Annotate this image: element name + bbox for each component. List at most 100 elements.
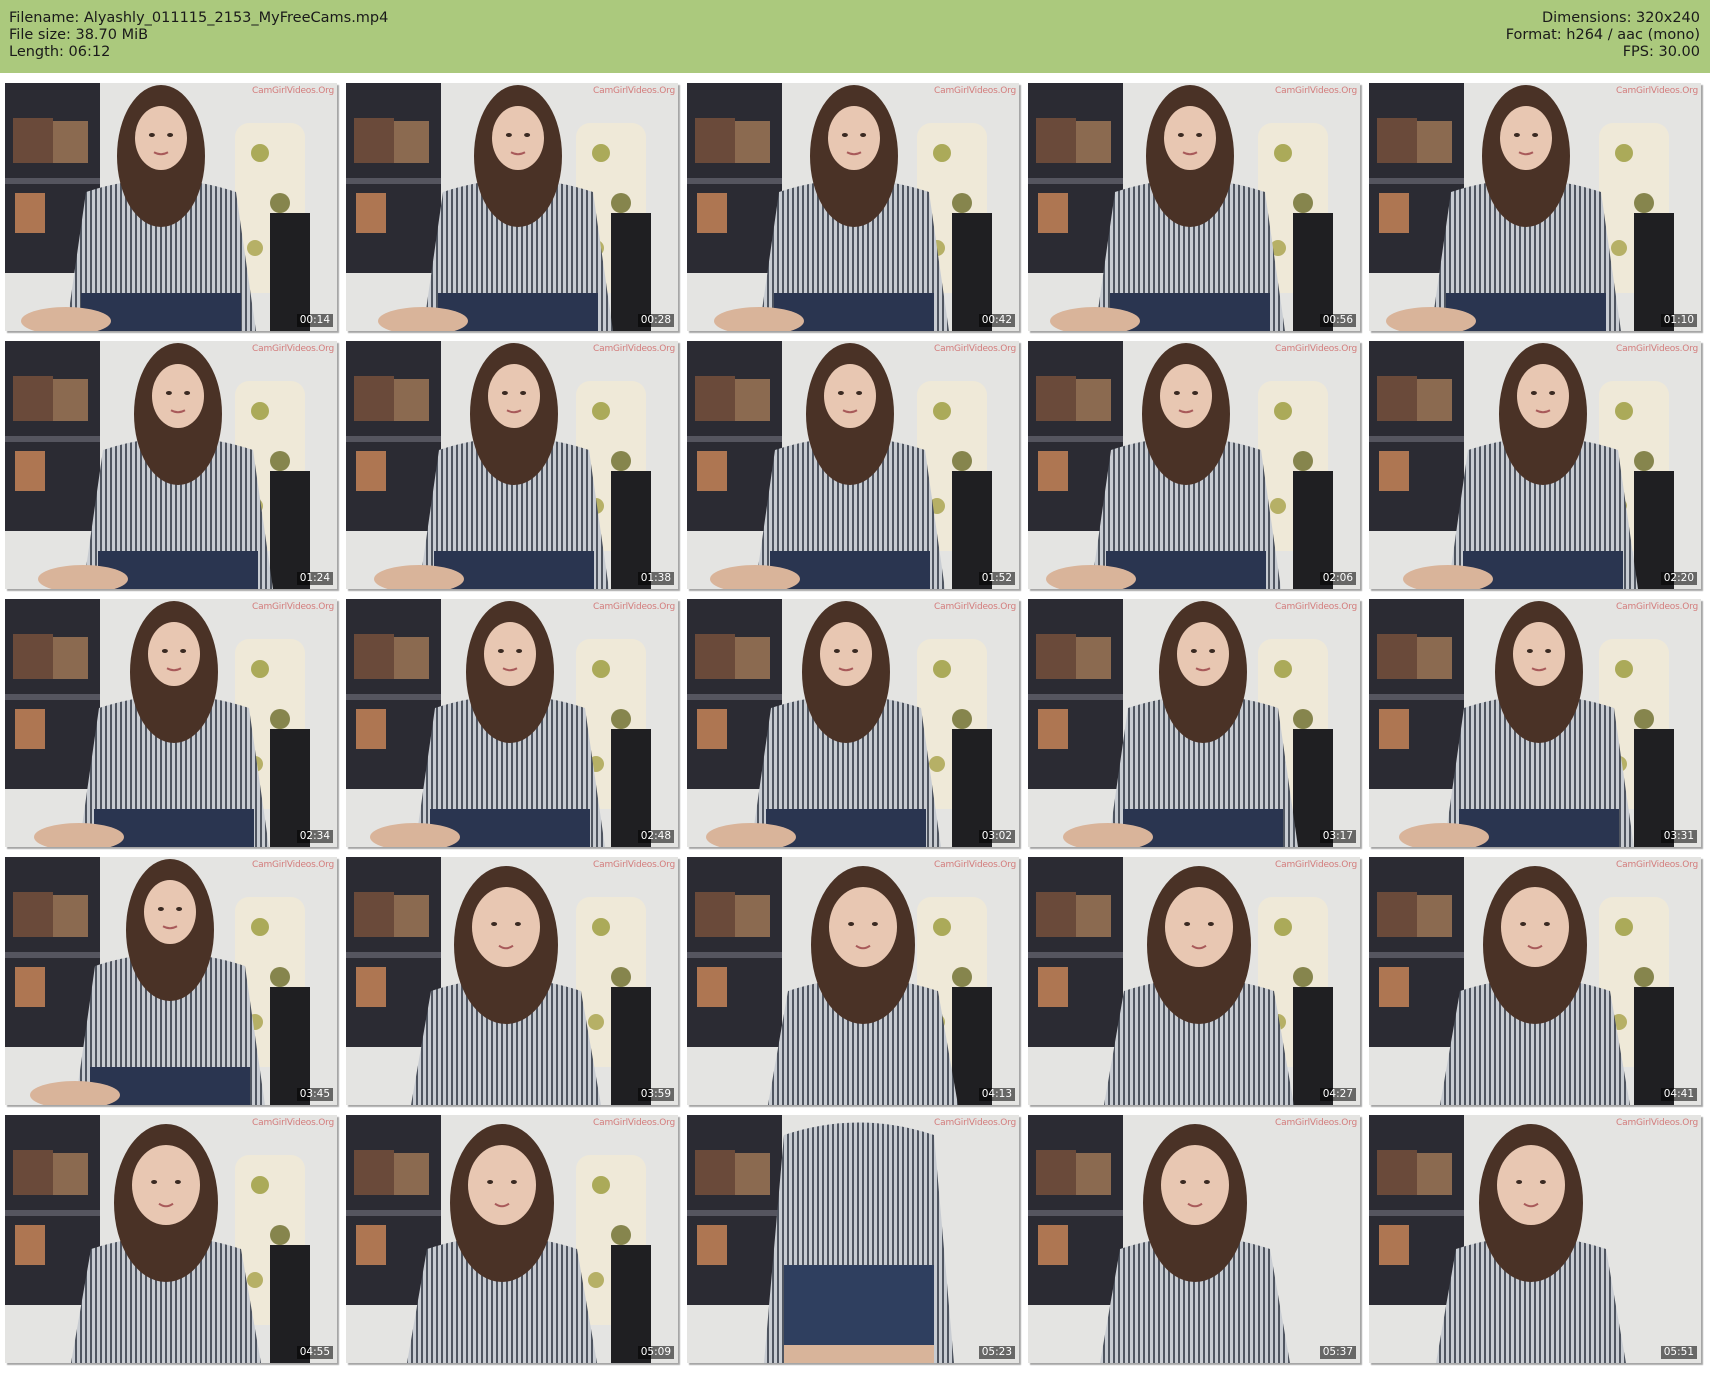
frame-image	[1369, 599, 1701, 847]
frame-watermark: CamGirlVideos.Org	[1275, 860, 1357, 870]
frame-image	[1028, 341, 1360, 589]
frame-timestamp: 00:14	[296, 314, 333, 327]
frame-watermark: CamGirlVideos.Org	[593, 602, 675, 612]
video-frame-thumbnail: CamGirlVideos.Org 02:48	[346, 599, 678, 847]
video-frame-thumbnail: CamGirlVideos.Org 01:10	[1369, 83, 1701, 331]
frame-timestamp: 01:10	[1660, 314, 1697, 327]
frame-timestamp: 05:51	[1660, 1346, 1697, 1359]
frame-image	[346, 341, 678, 589]
frame-watermark: CamGirlVideos.Org	[934, 86, 1016, 96]
frame-image	[1369, 341, 1701, 589]
frame-timestamp: 05:09	[637, 1346, 674, 1359]
frame-image	[346, 857, 678, 1105]
frame-watermark: CamGirlVideos.Org	[252, 1118, 334, 1128]
frame-watermark: CamGirlVideos.Org	[1275, 344, 1357, 354]
video-frame-thumbnail: CamGirlVideos.Org 00:56	[1028, 83, 1360, 331]
video-frame-thumbnail: CamGirlVideos.Org 02:06	[1028, 341, 1360, 589]
frame-timestamp: 03:59	[637, 1088, 674, 1101]
frame-watermark: CamGirlVideos.Org	[934, 344, 1016, 354]
frame-watermark: CamGirlVideos.Org	[252, 602, 334, 612]
thumbnail-grid: CamGirlVideos.Org 00:14 CamGirlVideos.Org 0…	[0, 0, 1710, 1373]
frame-image	[346, 83, 678, 331]
frame-watermark: CamGirlVideos.Org	[934, 602, 1016, 612]
frame-watermark: CamGirlVideos.Org	[934, 1118, 1016, 1128]
frame-timestamp: 03:17	[1319, 830, 1356, 843]
frame-watermark: CamGirlVideos.Org	[593, 860, 675, 870]
frame-image	[1369, 83, 1701, 331]
video-frame-thumbnail: CamGirlVideos.Org 05:09	[346, 1115, 678, 1363]
frame-timestamp: 00:42	[978, 314, 1015, 327]
video-frame-thumbnail: CamGirlVideos.Org 01:52	[687, 341, 1019, 589]
frame-timestamp: 04:13	[978, 1088, 1015, 1101]
video-frame-thumbnail: CamGirlVideos.Org 03:45	[5, 857, 337, 1105]
frame-image	[1028, 83, 1360, 331]
frame-image	[687, 341, 1019, 589]
frame-timestamp: 04:27	[1319, 1088, 1356, 1101]
frame-timestamp: 03:45	[296, 1088, 333, 1101]
frame-image	[5, 599, 337, 847]
frame-timestamp: 02:34	[296, 830, 333, 843]
frame-timestamp: 01:24	[296, 572, 333, 585]
video-frame-thumbnail: CamGirlVideos.Org 04:41	[1369, 857, 1701, 1105]
frame-watermark: CamGirlVideos.Org	[934, 860, 1016, 870]
frame-image	[687, 1115, 1019, 1363]
video-frame-thumbnail: CamGirlVideos.Org 04:13	[687, 857, 1019, 1105]
video-frame-thumbnail: CamGirlVideos.Org 05:37	[1028, 1115, 1360, 1363]
frame-image	[346, 599, 678, 847]
frame-image	[346, 1115, 678, 1363]
frame-watermark: CamGirlVideos.Org	[252, 860, 334, 870]
frame-watermark: CamGirlVideos.Org	[593, 1118, 675, 1128]
frame-timestamp: 03:31	[1660, 830, 1697, 843]
video-frame-thumbnail: CamGirlVideos.Org 01:24	[5, 341, 337, 589]
frame-watermark: CamGirlVideos.Org	[1275, 602, 1357, 612]
frame-timestamp: 04:55	[296, 1346, 333, 1359]
video-frame-thumbnail: CamGirlVideos.Org 04:27	[1028, 857, 1360, 1105]
video-frame-thumbnail: CamGirlVideos.Org 05:51	[1369, 1115, 1701, 1363]
video-frame-thumbnail: CamGirlVideos.Org 03:59	[346, 857, 678, 1105]
frame-watermark: CamGirlVideos.Org	[252, 86, 334, 96]
video-frame-thumbnail: CamGirlVideos.Org 00:42	[687, 83, 1019, 331]
frame-image	[5, 1115, 337, 1363]
video-frame-thumbnail: CamGirlVideos.Org 05:23	[687, 1115, 1019, 1363]
video-frame-thumbnail: CamGirlVideos.Org 03:31	[1369, 599, 1701, 847]
video-frame-thumbnail: CamGirlVideos.Org 00:28	[346, 83, 678, 331]
frame-watermark: CamGirlVideos.Org	[1616, 602, 1698, 612]
frame-timestamp: 01:38	[637, 572, 674, 585]
frame-watermark: CamGirlVideos.Org	[1275, 1118, 1357, 1128]
frame-timestamp: 02:48	[637, 830, 674, 843]
frame-image	[1369, 857, 1701, 1105]
frame-image	[1028, 857, 1360, 1105]
video-frame-thumbnail: CamGirlVideos.Org 01:38	[346, 341, 678, 589]
video-frame-thumbnail: CamGirlVideos.Org 03:02	[687, 599, 1019, 847]
frame-image	[5, 341, 337, 589]
video-frame-thumbnail: CamGirlVideos.Org 04:55	[5, 1115, 337, 1363]
frame-watermark: CamGirlVideos.Org	[1616, 860, 1698, 870]
frame-timestamp: 00:56	[1319, 314, 1356, 327]
video-frame-thumbnail: CamGirlVideos.Org 02:34	[5, 599, 337, 847]
frame-image	[687, 857, 1019, 1105]
frame-timestamp: 04:41	[1660, 1088, 1697, 1101]
frame-image	[5, 857, 337, 1105]
frame-timestamp: 05:23	[978, 1346, 1015, 1359]
video-frame-thumbnail: CamGirlVideos.Org 00:14	[5, 83, 337, 331]
frame-image	[5, 83, 337, 331]
frame-watermark: CamGirlVideos.Org	[1275, 86, 1357, 96]
frame-watermark: CamGirlVideos.Org	[252, 344, 334, 354]
frame-image	[1369, 1115, 1701, 1363]
frame-watermark: CamGirlVideos.Org	[593, 86, 675, 96]
frame-image	[1028, 599, 1360, 847]
frame-timestamp: 05:37	[1319, 1346, 1356, 1359]
frame-timestamp: 01:52	[978, 572, 1015, 585]
frame-image	[687, 599, 1019, 847]
frame-watermark: CamGirlVideos.Org	[1616, 344, 1698, 354]
frame-watermark: CamGirlVideos.Org	[1616, 86, 1698, 96]
frame-timestamp: 00:28	[637, 314, 674, 327]
video-frame-thumbnail: CamGirlVideos.Org 03:17	[1028, 599, 1360, 847]
frame-watermark: CamGirlVideos.Org	[593, 344, 675, 354]
frame-timestamp: 02:06	[1319, 572, 1356, 585]
frame-watermark: CamGirlVideos.Org	[1616, 1118, 1698, 1128]
frame-image	[1028, 1115, 1360, 1363]
video-frame-thumbnail: CamGirlVideos.Org 02:20	[1369, 341, 1701, 589]
frame-timestamp: 02:20	[1660, 572, 1697, 585]
frame-image	[687, 83, 1019, 331]
